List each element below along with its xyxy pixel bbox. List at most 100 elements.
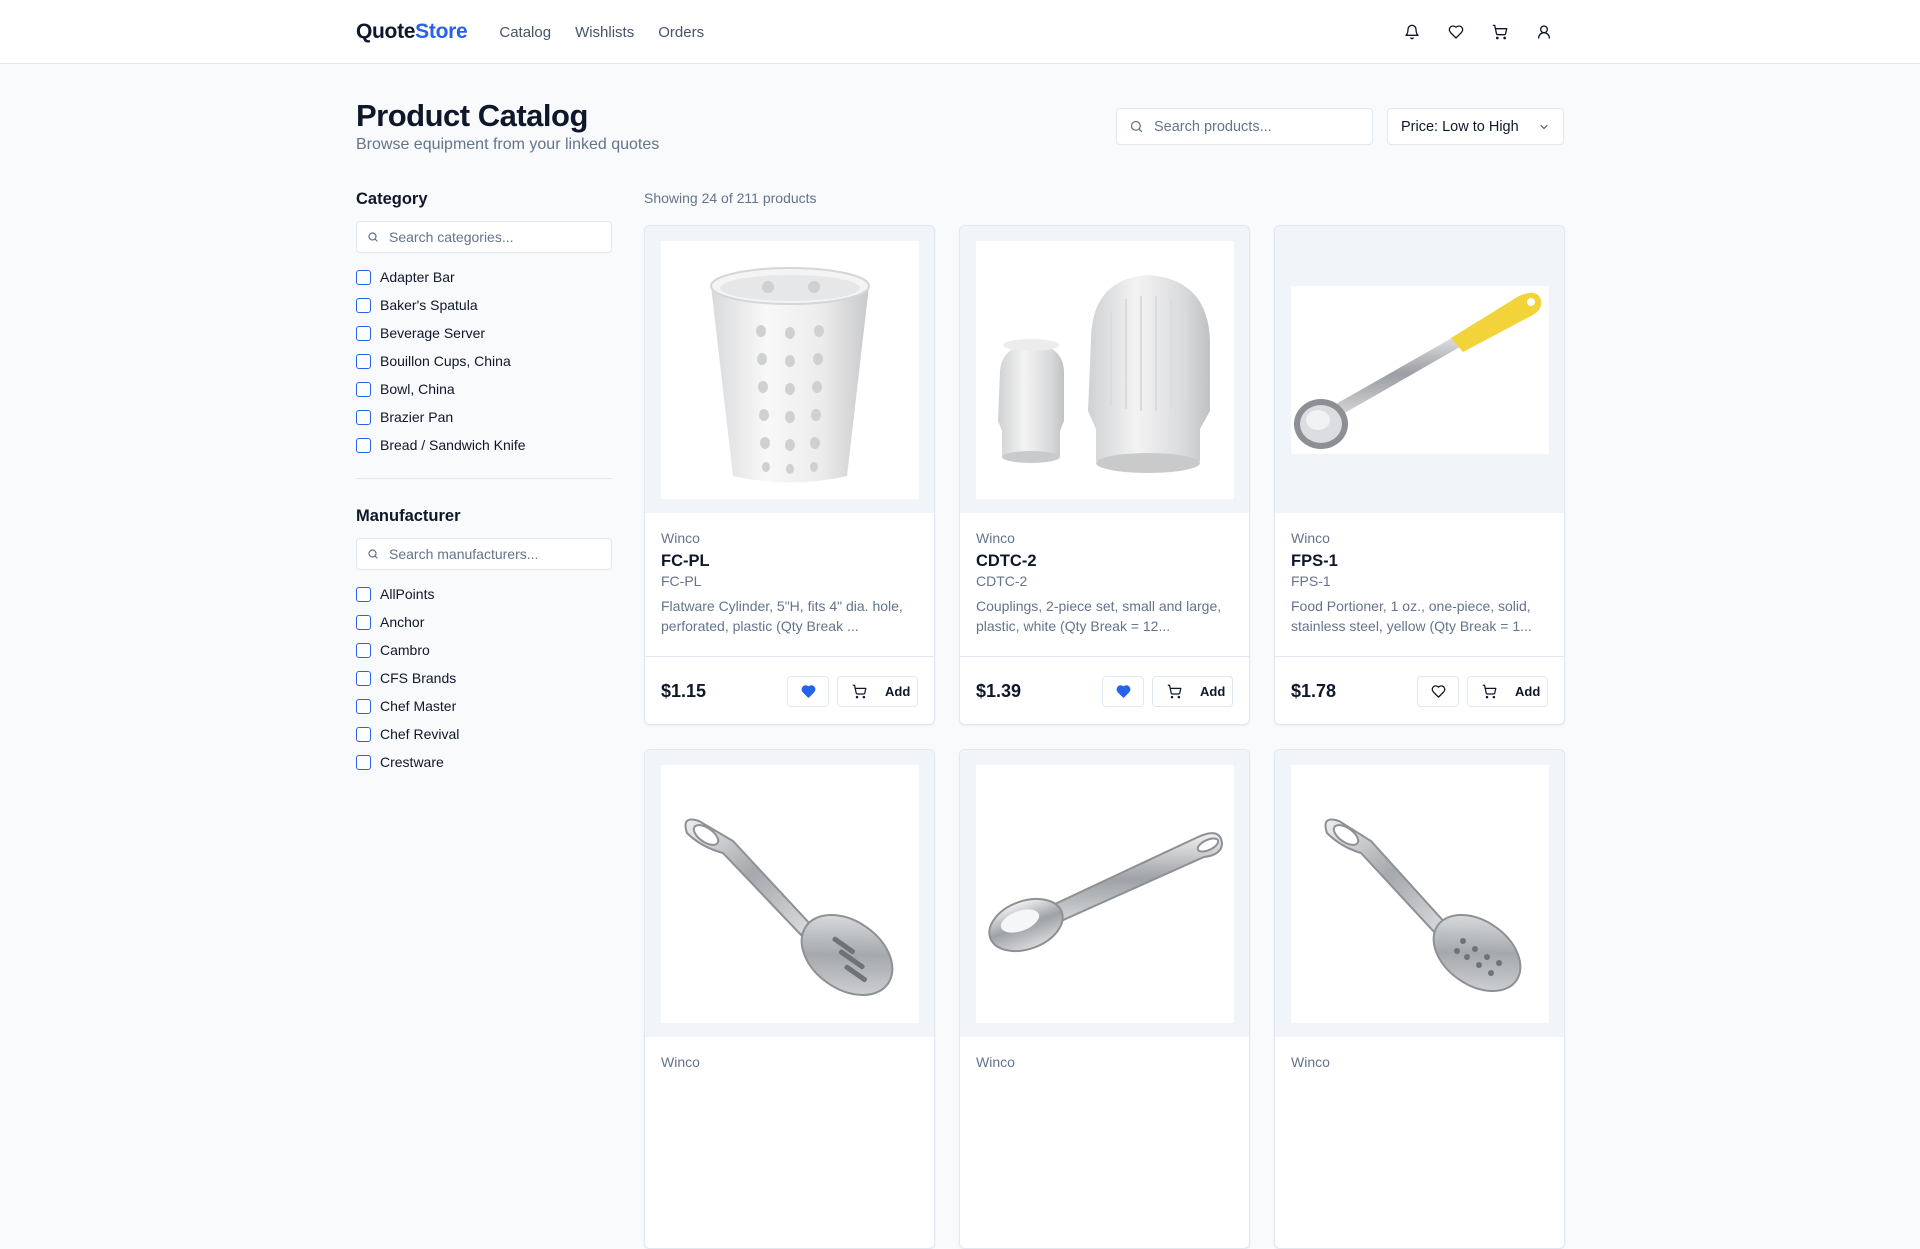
product-brand: Winco xyxy=(976,1054,1015,1070)
manufacturer-option[interactable]: Chef Revival xyxy=(356,720,612,748)
product-search-input[interactable] xyxy=(1154,118,1354,135)
sidebar-divider xyxy=(356,478,612,479)
checkbox[interactable] xyxy=(356,698,371,714)
category-option[interactable]: Adapter Bar xyxy=(356,263,612,291)
wishlist-button[interactable] xyxy=(787,676,829,707)
add-label: Add xyxy=(1515,684,1541,699)
wishlist-button[interactable] xyxy=(1102,676,1144,707)
manufacturer-option[interactable]: Anchor xyxy=(356,608,612,636)
manufacturer-search[interactable] xyxy=(356,538,612,570)
product-description: Couplings, 2-piece set, small and large,… xyxy=(976,598,1222,634)
category-option[interactable]: Beverage Server xyxy=(356,319,612,347)
product-card[interactable]: Winco xyxy=(644,749,935,1249)
checkbox[interactable] xyxy=(356,353,371,369)
main-nav: Catalog Wishlists Orders xyxy=(499,24,704,41)
nav-wishlists[interactable]: Wishlists xyxy=(575,24,634,41)
cart-icon[interactable] xyxy=(1492,24,1508,40)
product-description: Flatware Cylinder, 5"H, fits 4" dia. hol… xyxy=(661,598,903,634)
product-image-food-portioner[interactable] xyxy=(1290,285,1549,454)
manufacturer-filter-title: Manufacturer xyxy=(356,507,461,525)
cart-icon xyxy=(1482,684,1497,699)
checkbox[interactable] xyxy=(356,642,371,658)
manufacturer-label: Chef Master xyxy=(380,698,457,714)
product-search[interactable] xyxy=(1116,108,1373,145)
sort-select[interactable]: Price: Low to High xyxy=(1387,108,1564,145)
product-image-solid-spoon[interactable] xyxy=(975,764,1234,1023)
category-label: Bouillon Cups, China xyxy=(380,353,511,369)
heart-icon xyxy=(1431,685,1445,698)
product-image-flatware-cylinder[interactable] xyxy=(660,240,919,499)
manufacturer-label: AllPoints xyxy=(380,586,435,602)
product-card[interactable]: Winco xyxy=(1274,749,1565,1249)
page-subtitle: Browse equipment from your linked quotes xyxy=(356,136,660,153)
checkbox[interactable] xyxy=(356,754,371,770)
category-label: Bowl, China xyxy=(380,381,455,397)
product-model[interactable]: FC-PL xyxy=(661,552,918,571)
nav-catalog[interactable]: Catalog xyxy=(499,24,551,41)
add-to-cart-button[interactable]: Add xyxy=(1467,676,1548,707)
checkbox[interactable] xyxy=(356,586,371,602)
category-option[interactable]: Baker's Spatula xyxy=(356,291,612,319)
manufacturer-option[interactable]: Chef Master xyxy=(356,692,612,720)
product-brand: Winco xyxy=(1291,530,1330,546)
product-image-slotted-spoon[interactable] xyxy=(660,764,919,1023)
product-card[interactable]: Winco CDTC-2 CDTC-2 Couplings, 2-piece s… xyxy=(959,225,1250,725)
manufacturer-option[interactable]: CFS Brands xyxy=(356,664,612,692)
category-option[interactable]: Bouillon Cups, China xyxy=(356,347,612,375)
add-to-cart-button[interactable]: Add xyxy=(1152,676,1233,707)
search-icon xyxy=(1130,120,1143,133)
category-search-input[interactable] xyxy=(389,229,599,245)
product-card[interactable]: Winco xyxy=(959,749,1250,1249)
product-brand: Winco xyxy=(661,1054,700,1070)
checkbox[interactable] xyxy=(356,670,371,686)
nav-orders[interactable]: Orders xyxy=(658,24,704,41)
checkbox[interactable] xyxy=(356,381,371,397)
category-option[interactable]: Bowl, China xyxy=(356,375,612,403)
manufacturer-option[interactable]: Crestware xyxy=(356,748,612,776)
search-icon xyxy=(368,232,378,242)
bell-icon[interactable] xyxy=(1404,24,1420,40)
checkbox[interactable] xyxy=(356,325,371,341)
manufacturer-label: Crestware xyxy=(380,754,444,770)
product-price: $1.39 xyxy=(976,681,1022,701)
category-search[interactable] xyxy=(356,221,612,253)
store-logo[interactable]: QuoteStore xyxy=(356,20,468,44)
wishlist-button[interactable] xyxy=(1417,676,1459,707)
manufacturer-option[interactable]: AllPoints xyxy=(356,580,612,608)
product-image-couplings[interactable] xyxy=(975,240,1234,499)
heart-filled-icon xyxy=(801,685,815,698)
checkbox[interactable] xyxy=(356,297,371,313)
checkbox[interactable] xyxy=(356,409,371,425)
category-label: Beverage Server xyxy=(380,325,486,341)
product-model[interactable]: FPS-1 xyxy=(1291,552,1548,571)
user-icon[interactable] xyxy=(1536,24,1552,40)
product-model[interactable]: CDTC-2 xyxy=(976,552,1233,571)
product-price: $1.78 xyxy=(1291,681,1337,701)
checkbox[interactable] xyxy=(356,269,371,285)
category-label: Adapter Bar xyxy=(380,269,455,285)
add-to-cart-button[interactable]: Add xyxy=(837,676,918,707)
manufacturer-label: Chef Revival xyxy=(380,726,460,742)
manufacturer-search-input[interactable] xyxy=(389,546,599,562)
checkbox[interactable] xyxy=(356,437,371,453)
manufacturer-label: Anchor xyxy=(380,614,425,630)
result-count: Showing 24 of 211 products xyxy=(644,190,817,206)
product-brand: Winco xyxy=(976,530,1015,546)
product-card[interactable]: Winco FC-PL FC-PL Flatware Cylinder, 5"H… xyxy=(644,225,935,725)
product-sku: CDTC-2 xyxy=(976,573,1028,589)
page-title: Product Catalog xyxy=(356,98,588,133)
category-label: Baker's Spatula xyxy=(380,297,478,313)
product-brand: Winco xyxy=(661,530,700,546)
sort-value: Price: Low to High xyxy=(1401,118,1519,135)
product-card[interactable]: Winco FPS-1 FPS-1 Food Portioner, 1 oz.,… xyxy=(1274,225,1565,725)
product-image-perforated-spoon[interactable] xyxy=(1290,764,1549,1023)
top-navigation-bar: QuoteStore Catalog Wishlists Orders xyxy=(0,0,1920,64)
checkbox[interactable] xyxy=(356,726,371,742)
manufacturer-option[interactable]: Cambro xyxy=(356,636,612,664)
heart-icon[interactable] xyxy=(1448,24,1464,40)
add-label: Add xyxy=(1200,684,1226,699)
category-option[interactable]: Bread / Sandwich Knife xyxy=(356,431,612,459)
category-option[interactable]: Brazier Pan xyxy=(356,403,612,431)
checkbox[interactable] xyxy=(356,614,371,630)
filter-sidebar: Category Adapter Bar Baker's Spatula Bev… xyxy=(356,190,612,776)
